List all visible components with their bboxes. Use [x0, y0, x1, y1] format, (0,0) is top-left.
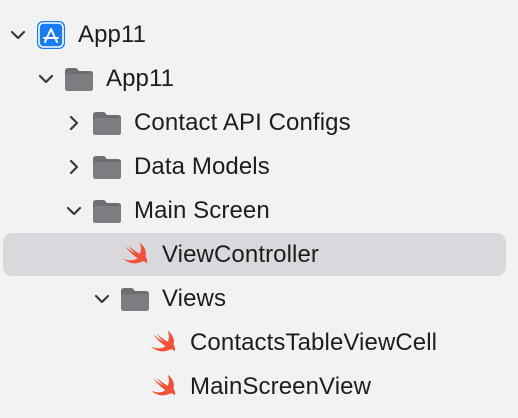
navigator-item-mainscreenview[interactable]: MainScreenView — [0, 365, 518, 409]
navigator-item-main-screen[interactable]: Main Screen — [0, 189, 518, 233]
swift-file-icon — [120, 240, 150, 268]
chevron-down-icon[interactable] — [8, 25, 28, 45]
navigator-item-label: Main Screen — [134, 197, 270, 224]
folder-icon — [64, 65, 94, 93]
navigator-item-label: ContactsTableViewCell — [190, 329, 438, 356]
folder-icon — [92, 153, 122, 181]
chevron-right-icon[interactable] — [64, 157, 84, 177]
navigator-item-label: MainScreenView — [190, 373, 372, 400]
folder-icon — [92, 197, 122, 225]
chevron-right-icon[interactable] — [64, 113, 84, 133]
navigator-item-viewcontroller[interactable]: ViewController — [0, 233, 518, 277]
chevron-down-icon[interactable] — [92, 289, 112, 309]
navigator-item-contactstableviewcell[interactable]: ContactsTableViewCell — [0, 321, 518, 365]
swift-file-icon — [148, 328, 178, 356]
swift-file-icon — [148, 372, 178, 400]
navigator-item-label: ViewController — [162, 241, 320, 268]
navigator-item-contact-api-configs[interactable]: Contact API Configs — [0, 101, 518, 145]
chevron-down-icon[interactable] — [36, 69, 56, 89]
xcode-project-icon — [36, 20, 66, 49]
navigator-item-app11-project[interactable]: App11 — [0, 13, 518, 57]
project-navigator: App11 App11 Contact API Configs Data Mod… — [0, 0, 518, 418]
navigator-item-label: App11 — [78, 21, 147, 48]
navigator-item-app11-folder[interactable]: App11 — [0, 57, 518, 101]
folder-icon — [120, 285, 150, 313]
navigator-item-views[interactable]: Views — [0, 277, 518, 321]
navigator-item-label: Contact API Configs — [134, 109, 351, 136]
navigator-item-label: Views — [162, 285, 227, 312]
navigator-item-label: App11 — [106, 65, 175, 92]
folder-icon — [92, 109, 122, 137]
navigator-item-data-models[interactable]: Data Models — [0, 145, 518, 189]
navigator-item-label: Data Models — [134, 153, 270, 180]
chevron-down-icon[interactable] — [64, 201, 84, 221]
